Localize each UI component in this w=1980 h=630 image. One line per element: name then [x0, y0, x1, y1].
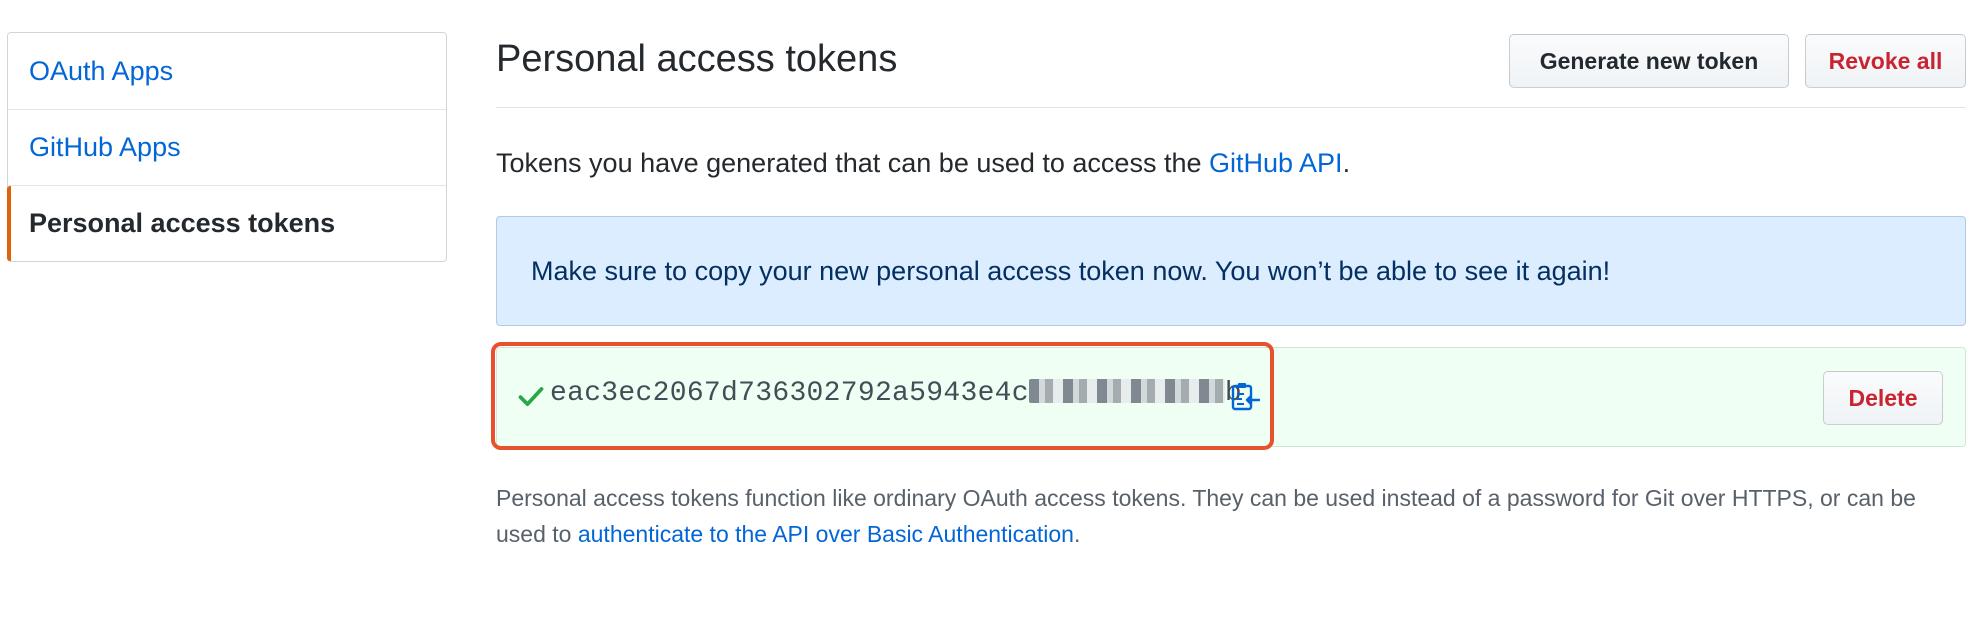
token-redacted-segment [1028, 379, 1225, 403]
page-title: Personal access tokens [496, 38, 898, 80]
intro-text-after: . [1342, 148, 1351, 178]
notice-text: Make sure to copy your new personal acce… [531, 255, 1611, 286]
copy-token-notice: Make sure to copy your new personal acce… [496, 216, 1966, 326]
new-token-row: eac3ec2067d736302792a5943e4c b Delete [491, 342, 1966, 450]
token-prefix: eac3ec2067d736302792a5943e4c [550, 378, 1029, 409]
token-help-text: Personal access tokens function like ord… [496, 480, 1966, 552]
sidebar-item-personal-access-tokens[interactable]: Personal access tokens [7, 185, 446, 261]
github-api-link[interactable]: GitHub API [1209, 148, 1343, 178]
intro-text-before: Tokens you have generated that can be us… [496, 148, 1209, 178]
sidebar-item-label: GitHub Apps [29, 132, 181, 162]
help-text-after: . [1073, 521, 1081, 547]
page-header: Personal access tokens Generate new toke… [496, 34, 1966, 108]
sidebar-item-oauth-apps[interactable]: OAuth Apps [8, 33, 446, 109]
delete-token-button[interactable]: Delete [1823, 371, 1943, 425]
basic-auth-link[interactable]: authenticate to the API over Basic Authe… [578, 521, 1074, 547]
revoke-all-button[interactable]: Revoke all [1805, 34, 1966, 88]
settings-sidebar: OAuth Apps GitHub Apps Personal access t… [7, 32, 447, 262]
sidebar-item-label: Personal access tokens [29, 208, 336, 238]
sidebar-item-label: OAuth Apps [29, 55, 174, 86]
sidebar-item-github-apps[interactable]: GitHub Apps [8, 109, 446, 185]
generate-new-token-button[interactable]: Generate new token [1509, 34, 1789, 88]
token-value[interactable]: eac3ec2067d736302792a5943e4c b [550, 378, 1242, 409]
intro-text: Tokens you have generated that can be us… [496, 148, 1350, 179]
check-icon [518, 387, 544, 407]
clipboard-icon[interactable] [1229, 381, 1261, 413]
